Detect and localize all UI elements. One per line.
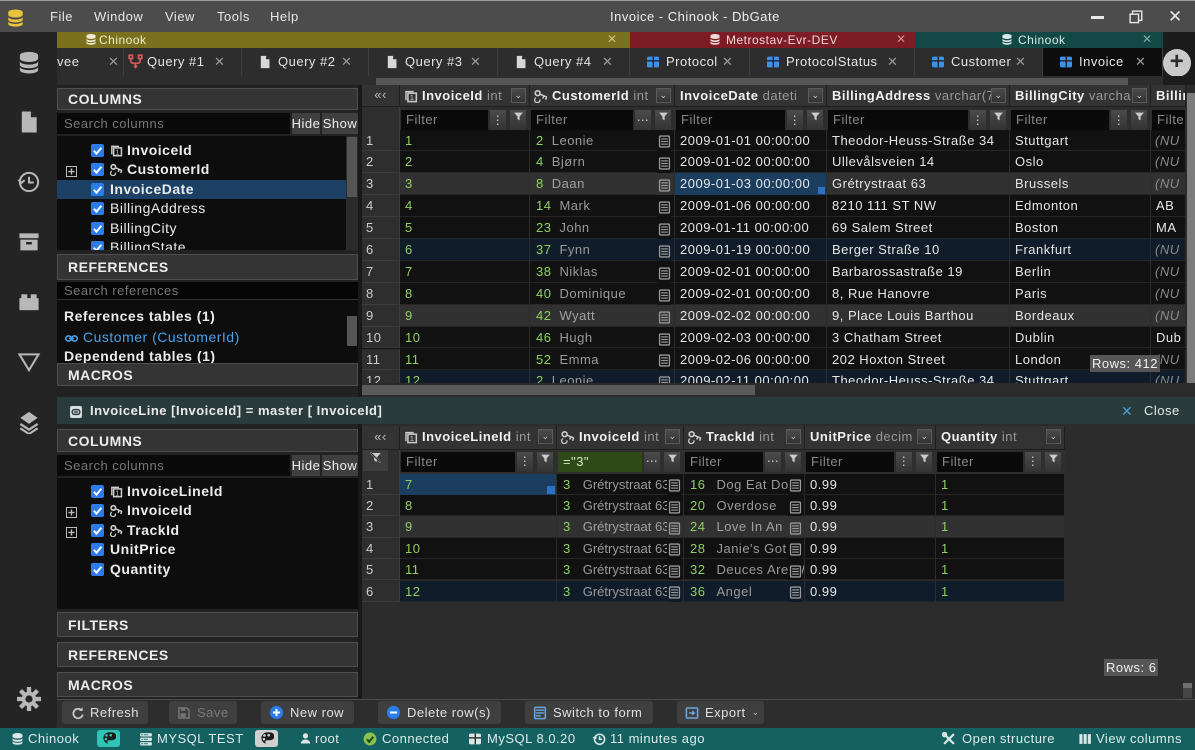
svg-text:1: 1 [115,148,119,156]
svg-text:1: 1 [115,489,119,497]
svg-text:1: 1 [410,93,415,102]
svg-text:1: 1 [410,434,415,443]
